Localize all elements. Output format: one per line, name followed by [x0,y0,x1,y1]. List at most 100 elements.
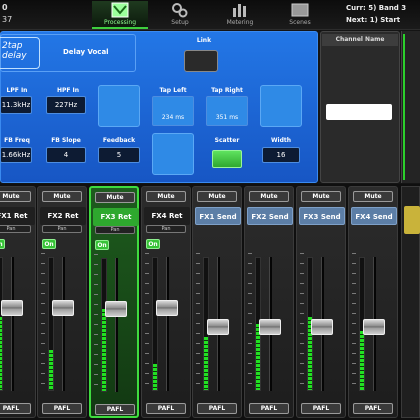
pafl-button[interactable]: PAFL [0,403,31,414]
fader-track [11,257,14,391]
tab-processing[interactable]: Processing [92,1,148,29]
fader-handle[interactable] [363,319,385,335]
tab-scenes-label: Scenes [289,19,311,26]
mute-button[interactable]: Mute [353,191,393,202]
fader-track [62,257,65,391]
mute-button[interactable]: Mute [197,191,237,202]
top-bar: 0 37 Processing Setup Metering Scenes Cu… [0,0,420,30]
pan-control[interactable]: Pan [146,225,186,233]
mute-button[interactable]: Mute [42,191,82,202]
channel-strip[interactable]: Mute FX2 Send PAFL [244,186,294,418]
level-meter-fill [153,363,157,390]
param-tap-right[interactable]: 351 ms [206,96,248,126]
fader-handle[interactable] [1,300,23,316]
effect-preset-name: Delay Vocal [63,48,109,56]
param-feedback[interactable]: 5 [98,147,140,163]
fader-handle[interactable] [52,300,74,316]
tab-setup[interactable]: Setup [152,1,208,29]
fader-scale [300,253,304,393]
pafl-button[interactable]: PAFL [197,403,237,414]
setup-gear-icon [171,2,189,18]
pafl-button[interactable]: PAFL [95,404,135,415]
fader-handle[interactable] [156,300,178,316]
mixer-screen: 0 37 Processing Setup Metering Scenes Cu… [0,0,420,420]
edge-strip-tab[interactable] [404,206,420,234]
level-meter [48,257,54,391]
level-meter [101,258,107,392]
tab-scenes[interactable]: Scenes [272,1,328,29]
strip-name-label[interactable]: FX2 Ret [40,207,86,225]
pafl-button[interactable]: PAFL [146,403,186,414]
strip-name-label[interactable]: FX1 Send [195,207,241,225]
link-button[interactable] [184,50,218,72]
channel-strip[interactable]: Mute FX3 Ret Pan On PAFL [89,186,139,418]
pafl-button[interactable]: PAFL [249,403,289,414]
mute-button[interactable]: Mute [146,191,186,202]
metering-icon [231,2,249,18]
strip-name-label[interactable]: FX3 Send [299,207,345,225]
link-label: Link [196,37,212,44]
tab-processing-label: Processing [103,19,137,26]
param-width[interactable]: 16 [262,147,300,163]
pan-control[interactable]: Pan [42,225,82,233]
level-meter [152,257,158,391]
strip-name-label[interactable]: FX4 Ret [144,207,190,225]
param-fb-freq[interactable]: 1.66kHz [0,147,32,163]
param-tap-left[interactable]: 234 ms [152,96,194,126]
pafl-button[interactable]: PAFL [353,403,393,414]
on-button[interactable]: On [146,239,160,249]
param-label-lpf: LPF In [6,87,28,94]
mute-button[interactable]: Mute [249,191,289,202]
tab-metering[interactable]: Metering [212,1,268,29]
fader-scale [352,253,356,393]
param-fb-slope[interactable]: 4 [46,147,86,163]
channel-strip[interactable]: Mute FX4 Ret Pan On PAFL [141,186,191,418]
fader-scale [248,253,252,393]
on-button[interactable]: On [0,239,5,249]
channel-name-title: Channel Name [322,34,398,46]
channel-strip[interactable]: Mute FX4 Send PAFL [348,186,398,418]
effect-logo: 2tap delay [0,37,40,69]
param-hpf-in[interactable]: 227Hz [46,96,86,114]
fader-track [115,258,118,392]
pan-control[interactable]: Pan [0,225,31,233]
param-empty-slot-2 [260,85,302,127]
fader-scale [41,253,45,393]
pafl-button[interactable]: PAFL [301,403,341,414]
strip-name-label[interactable]: FX4 Send [351,207,397,225]
channel-name-field[interactable] [326,104,392,120]
on-button[interactable]: On [42,239,56,249]
level-meter-fill [49,350,53,390]
channel-strip[interactable]: Mute FX3 Send PAFL [296,186,346,418]
fader-handle[interactable] [259,319,281,335]
on-button[interactable]: On [95,240,109,250]
channel-strip[interactable]: Mute FX2 Ret Pan On PAFL [37,186,87,418]
tab-setup-label: Setup [171,19,189,26]
param-label-hpf: HPF In [56,87,80,94]
strip-name-label[interactable]: FX2 Send [247,207,293,225]
top-left-readout-2: 37 [2,15,13,24]
channel-strip[interactable]: Mute FX1 RetPan On PAFL [0,186,36,418]
channel-strip[interactable]: Mute FX1 Send PAFL [192,186,242,418]
pan-control[interactable]: Pan [95,226,135,234]
tab-metering-label: Metering [226,19,254,26]
param-empty-slot-1 [98,85,140,127]
fader-scale [196,253,200,393]
fader-handle[interactable] [207,319,229,335]
param-lpf-in[interactable]: 11.3kHz [0,96,32,114]
mute-button[interactable]: Mute [0,191,31,202]
strip-name-label[interactable]: FX3 Ret [93,208,139,226]
current-scene: Curr: 5) Band 3 [346,4,407,12]
param-label-feedback: Feedback [102,137,136,144]
mute-button[interactable]: Mute [95,192,135,203]
strip-name-label[interactable]: FX1 Ret [0,207,35,225]
level-meter-fill [204,337,208,390]
fader-scale [94,254,98,394]
fader-handle[interactable] [311,319,333,335]
fader-handle[interactable] [105,301,127,317]
scatter-button[interactable] [212,150,242,168]
level-meter-fill [360,330,364,390]
mute-button[interactable]: Mute [301,191,341,202]
pafl-button[interactable]: PAFL [42,403,82,414]
param-label-fb-slope: FB Slope [51,137,81,144]
